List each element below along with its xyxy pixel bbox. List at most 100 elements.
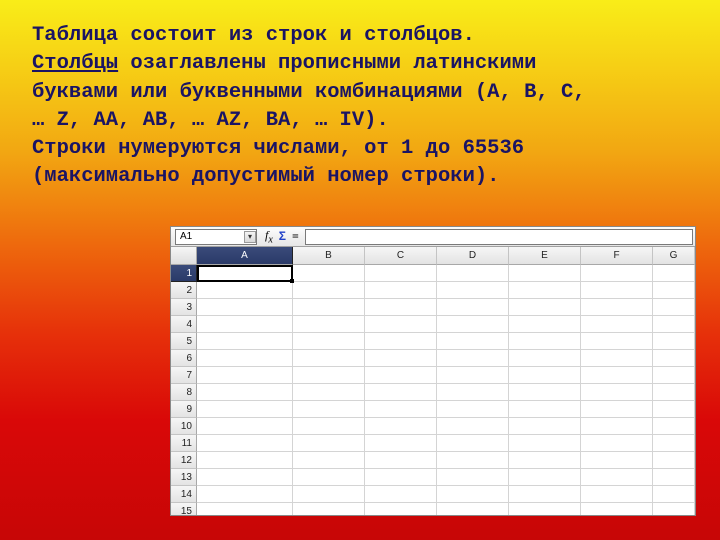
column-header-G[interactable]: G [653,247,695,265]
cell-E4[interactable] [509,316,581,333]
cell-C5[interactable] [365,333,437,350]
cell-B8[interactable] [293,384,365,401]
row-header-5[interactable]: 5 [171,333,197,350]
cell-E9[interactable] [509,401,581,418]
cell-B12[interactable] [293,452,365,469]
cell-A1[interactable] [197,265,293,282]
cell-C6[interactable] [365,350,437,367]
cell-G1[interactable] [653,265,695,282]
cell-B15[interactable] [293,503,365,516]
row-header-7[interactable]: 7 [171,367,197,384]
row-header-9[interactable]: 9 [171,401,197,418]
cell-B13[interactable] [293,469,365,486]
cell-C8[interactable] [365,384,437,401]
cell-D8[interactable] [437,384,509,401]
cell-C7[interactable] [365,367,437,384]
row-header-15[interactable]: 15 [171,503,197,516]
cell-C14[interactable] [365,486,437,503]
cell-C13[interactable] [365,469,437,486]
cell-A2[interactable] [197,282,293,299]
cell-D11[interactable] [437,435,509,452]
cell-C1[interactable] [365,265,437,282]
cell-G6[interactable] [653,350,695,367]
cell-D14[interactable] [437,486,509,503]
cell-C9[interactable] [365,401,437,418]
column-header-C[interactable]: C [365,247,437,265]
cell-G3[interactable] [653,299,695,316]
cell-B2[interactable] [293,282,365,299]
cell-A6[interactable] [197,350,293,367]
equals-icon[interactable]: = [292,229,299,244]
row-header-6[interactable]: 6 [171,350,197,367]
cell-D7[interactable] [437,367,509,384]
cell-E6[interactable] [509,350,581,367]
row-header-4[interactable]: 4 [171,316,197,333]
cell-G13[interactable] [653,469,695,486]
cell-F3[interactable] [581,299,653,316]
cell-D2[interactable] [437,282,509,299]
cell-E2[interactable] [509,282,581,299]
cell-A3[interactable] [197,299,293,316]
cell-D13[interactable] [437,469,509,486]
cell-A5[interactable] [197,333,293,350]
cell-G10[interactable] [653,418,695,435]
column-header-A[interactable]: A [197,247,293,265]
cell-F10[interactable] [581,418,653,435]
sum-icon[interactable]: Σ [279,229,286,243]
column-header-F[interactable]: F [581,247,653,265]
cell-D15[interactable] [437,503,509,516]
cell-E1[interactable] [509,265,581,282]
cell-G8[interactable] [653,384,695,401]
cell-A7[interactable] [197,367,293,384]
column-header-D[interactable]: D [437,247,509,265]
name-box-dropdown-icon[interactable]: ▾ [244,231,256,243]
cell-B7[interactable] [293,367,365,384]
cell-D5[interactable] [437,333,509,350]
cell-B11[interactable] [293,435,365,452]
row-header-10[interactable]: 10 [171,418,197,435]
fx-icon[interactable]: fx [265,228,273,245]
cell-E13[interactable] [509,469,581,486]
cell-A10[interactable] [197,418,293,435]
cell-F9[interactable] [581,401,653,418]
cell-B1[interactable] [293,265,365,282]
cell-G15[interactable] [653,503,695,516]
cell-D3[interactable] [437,299,509,316]
formula-input[interactable] [305,229,693,245]
cell-G2[interactable] [653,282,695,299]
row-header-1[interactable]: 1 [171,265,197,282]
cell-A9[interactable] [197,401,293,418]
cell-D9[interactable] [437,401,509,418]
cell-C2[interactable] [365,282,437,299]
row-header-11[interactable]: 11 [171,435,197,452]
cell-F14[interactable] [581,486,653,503]
column-header-E[interactable]: E [509,247,581,265]
cell-A15[interactable] [197,503,293,516]
cell-A8[interactable] [197,384,293,401]
cell-F11[interactable] [581,435,653,452]
cell-F1[interactable] [581,265,653,282]
cell-G11[interactable] [653,435,695,452]
cell-C15[interactable] [365,503,437,516]
cell-D4[interactable] [437,316,509,333]
cell-E7[interactable] [509,367,581,384]
cell-E3[interactable] [509,299,581,316]
cell-B6[interactable] [293,350,365,367]
cell-E12[interactable] [509,452,581,469]
cell-F15[interactable] [581,503,653,516]
column-header-B[interactable]: B [293,247,365,265]
cell-G4[interactable] [653,316,695,333]
cell-A11[interactable] [197,435,293,452]
cell-G7[interactable] [653,367,695,384]
cell-A14[interactable] [197,486,293,503]
cell-E5[interactable] [509,333,581,350]
cell-C10[interactable] [365,418,437,435]
cell-B3[interactable] [293,299,365,316]
row-header-8[interactable]: 8 [171,384,197,401]
cell-D10[interactable] [437,418,509,435]
cell-F2[interactable] [581,282,653,299]
cell-D12[interactable] [437,452,509,469]
cell-F7[interactable] [581,367,653,384]
cell-F8[interactable] [581,384,653,401]
cell-E11[interactable] [509,435,581,452]
